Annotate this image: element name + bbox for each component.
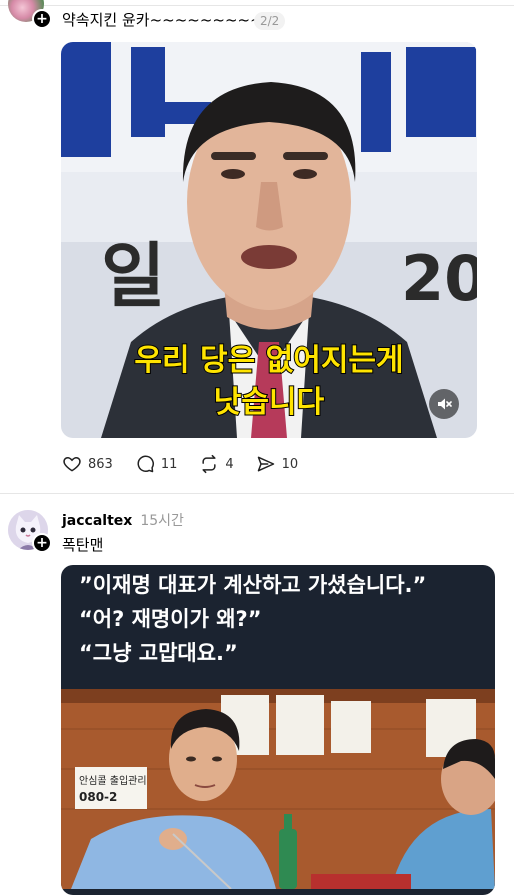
repost-button[interactable]: 4 — [199, 454, 234, 474]
mute-button[interactable] — [429, 389, 459, 419]
comment-icon — [137, 455, 154, 473]
muted-speaker-icon — [438, 398, 452, 410]
sign-phone: 080-2 — [79, 790, 117, 804]
quote-line-1: ”이재명 대표가 계산하고 가셨습니다.” — [79, 573, 427, 597]
comment-count: 11 — [160, 456, 178, 472]
repost-icon — [202, 454, 216, 474]
post-text: 폭탄맨 — [62, 536, 104, 554]
like-count: 863 — [88, 456, 113, 472]
video-frame: 일 20 우리 당은 없어지는게 낫습니다 — [61, 42, 477, 438]
video-player[interactable]: 일 20 우리 당은 없어지는게 낫습니다 — [61, 42, 477, 438]
share-button[interactable]: 10 — [256, 454, 299, 474]
sign-text: 안심콜 출입관리 — [79, 774, 147, 787]
plus-icon[interactable]: + — [32, 9, 52, 29]
subtitle-line-1: 우리 당은 없어지는게 — [134, 343, 403, 378]
post-header: jaccaltex 15시간 — [62, 510, 184, 531]
top-divider — [0, 0, 514, 6]
post-actions: 863 11 4 10 — [62, 454, 320, 474]
username[interactable]: jaccaltex — [62, 513, 132, 529]
post-text: 약속지킨 윤카~~~~~~~~~ — [62, 11, 263, 29]
subtitle-line-2: 낫습니다 — [214, 385, 325, 420]
media-pager: 2/2 — [254, 12, 286, 30]
plus-icon[interactable]: + — [32, 533, 52, 553]
like-button[interactable]: 863 — [62, 454, 113, 474]
share-count: 10 — [281, 456, 299, 472]
post-divider — [0, 493, 514, 494]
post-time[interactable]: 15시간 — [140, 513, 184, 529]
backdrop-text: 일 — [101, 235, 165, 317]
quote-line-3: “그냥 고맙대요.” — [79, 641, 238, 665]
post-image[interactable]: ”이재명 대표가 계산하고 가셨습니다.” “어? 재명이가 왜?” “그냥 고… — [61, 565, 495, 895]
photo: 안심콜 출입관리 080-2 — [61, 689, 495, 889]
heart-icon — [63, 456, 81, 472]
comment-button[interactable]: 11 — [135, 454, 178, 474]
backdrop-text-2: 20 — [401, 242, 477, 315]
send-icon — [257, 456, 274, 472]
repost-count: 4 — [225, 456, 234, 472]
quote-line-2: “어? 재명이가 왜?” — [79, 607, 262, 631]
